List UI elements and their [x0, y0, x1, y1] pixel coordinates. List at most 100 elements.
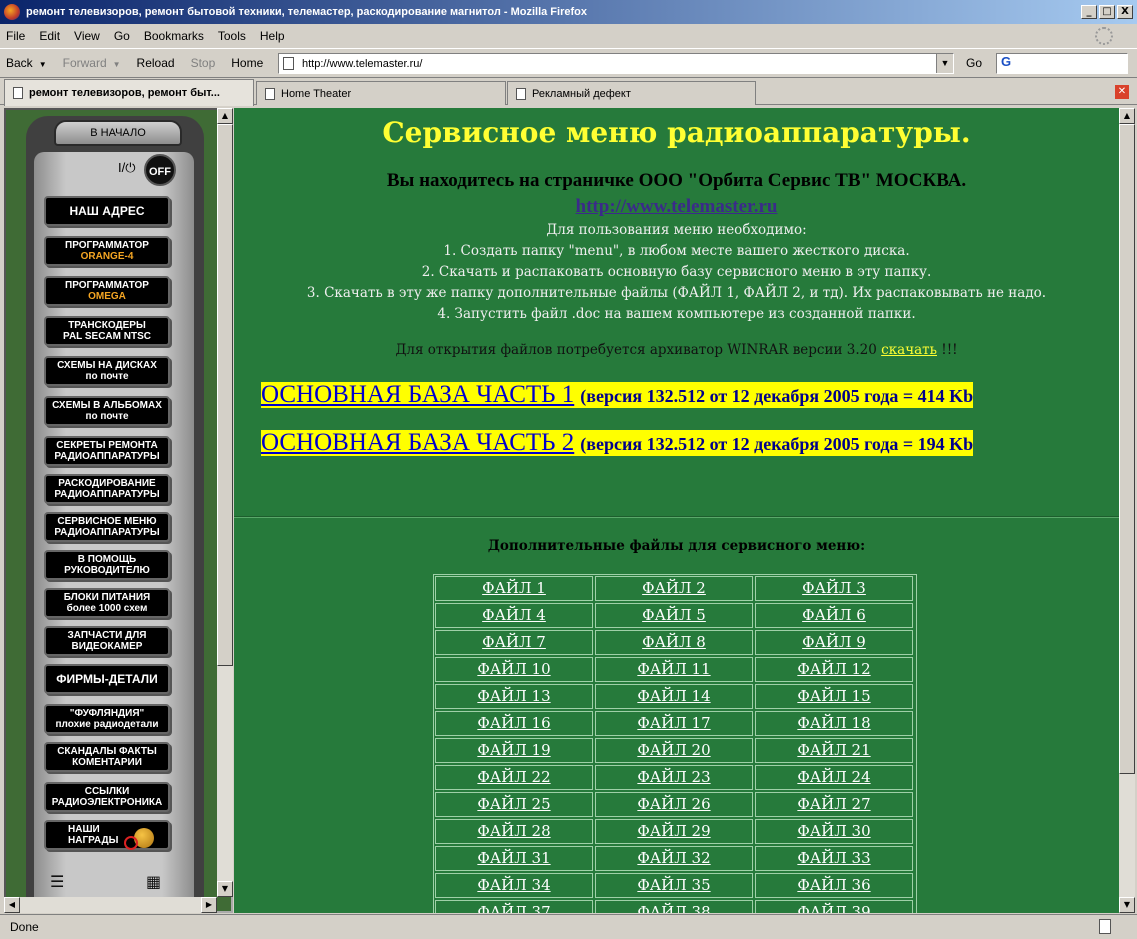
site-url-link[interactable]: http://www.telemaster.ru [234, 196, 1119, 218]
file-link[interactable]: ФАЙЛ 13 [435, 684, 593, 709]
off-button[interactable]: OFF [144, 154, 176, 186]
nav-repair-secrets[interactable]: СЕКРЕТЫ РЕМОНТА РАДИОАППАРАТУРЫ [44, 436, 170, 466]
go-button[interactable]: Go [966, 56, 982, 70]
file-link[interactable]: ФАЙЛ 39 [755, 900, 913, 913]
file-link[interactable]: ФАЙЛ 25 [435, 792, 593, 817]
file-link[interactable]: ФАЙЛ 28 [435, 819, 593, 844]
nav-schemes-albums[interactable]: СХЕМЫ В АЛЬБОМАХ по почте [44, 396, 170, 426]
menu-view[interactable]: View [74, 29, 100, 43]
menu-go[interactable]: Go [114, 29, 130, 43]
nav-firms-parts[interactable]: ФИРМЫ-ДЕТАЛИ [44, 664, 170, 694]
url-text[interactable]: http://www.telemaster.ru/ [302, 58, 422, 70]
nav-awards[interactable]: НАШИ НАГРАДЫ [44, 820, 170, 850]
file-link[interactable]: ФАЙЛ 2 [595, 576, 753, 601]
file-link[interactable]: ФАЙЛ 32 [595, 846, 753, 871]
tab-home-theater[interactable]: Home Theater [256, 81, 506, 105]
file-link[interactable]: ФАЙЛ 16 [435, 711, 593, 736]
url-dropdown-icon[interactable]: ▼ [936, 54, 953, 73]
nav-programmer-omega[interactable]: ПРОГРАММАТОР OMEGA [44, 276, 170, 306]
minimize-button[interactable]: _ [1081, 5, 1097, 19]
scroll-thumb[interactable] [1119, 124, 1135, 774]
back-button[interactable]: Back ▼ [6, 56, 47, 70]
file-link[interactable]: ФАЙЛ 20 [595, 738, 753, 763]
tab-telemaster[interactable]: ремонт телевизоров, ремонт быт... [4, 79, 254, 106]
file-link[interactable]: ФАЙЛ 26 [595, 792, 753, 817]
file-link[interactable]: ФАЙЛ 5 [595, 603, 753, 628]
nav-service-menu[interactable]: СЕРВИСНОЕ МЕНЮ РАДИОАППАРАТУРЫ [44, 512, 170, 542]
winrar-download-link[interactable]: скачать [881, 342, 937, 358]
nav-decoding[interactable]: РАСКОДИРОВАНИЕ РАДИОАППАРАТУРЫ [44, 474, 170, 504]
scroll-down-icon[interactable]: ▼ [1119, 897, 1135, 913]
nav-fuflyandia[interactable]: "ФУФЛЯНДИЯ" плохие радиодетали [44, 704, 170, 734]
nav-schemes-disks[interactable]: СХЕМЫ НА ДИСКАХ по почте [44, 356, 170, 386]
scroll-left-icon[interactable]: ◀ [4, 897, 20, 913]
left-frame-hscroll[interactable]: ◀ ▶ [4, 897, 217, 913]
back-dropdown-icon[interactable]: ▼ [39, 60, 47, 69]
google-icon[interactable]: G [1001, 54, 1011, 69]
file-link[interactable]: ФАЙЛ 11 [595, 657, 753, 682]
file-link[interactable]: ФАЙЛ 14 [595, 684, 753, 709]
file-link[interactable]: ФАЙЛ 31 [435, 846, 593, 871]
file-link[interactable]: ФАЙЛ 19 [435, 738, 593, 763]
file-link[interactable]: ФАЙЛ 36 [755, 873, 913, 898]
file-link[interactable]: ФАЙЛ 29 [595, 819, 753, 844]
file-link[interactable]: ФАЙЛ 24 [755, 765, 913, 790]
scroll-right-icon[interactable]: ▶ [201, 897, 217, 913]
tab-advert-defect[interactable]: Рекламный дефект [507, 81, 756, 105]
nav-links[interactable]: ССЫЛКИ РАДИОЭЛЕКТРОНИКА [44, 782, 170, 812]
file-link[interactable]: ФАЙЛ 10 [435, 657, 593, 682]
file-link[interactable]: ФАЙЛ 21 [755, 738, 913, 763]
file-link[interactable]: ФАЙЛ 8 [595, 630, 753, 655]
file-link[interactable]: ФАЙЛ 34 [435, 873, 593, 898]
file-link[interactable]: ФАЙЛ 3 [755, 576, 913, 601]
url-bar[interactable]: http://www.telemaster.ru/ ▼ [278, 53, 954, 74]
file-link[interactable]: ФАЙЛ 12 [755, 657, 913, 682]
file-link[interactable]: ФАЙЛ 22 [435, 765, 593, 790]
file-link[interactable]: ФАЙЛ 6 [755, 603, 913, 628]
file-link[interactable]: ФАЙЛ 30 [755, 819, 913, 844]
file-link[interactable]: ФАЙЛ 33 [755, 846, 913, 871]
menu-bookmarks[interactable]: Bookmarks [144, 29, 204, 43]
base-part1-link[interactable]: ОСНОВНАЯ БАЗА ЧАСТЬ 1 [261, 382, 574, 408]
menu-file[interactable]: File [6, 29, 25, 43]
home-link[interactable]: В НАЧАЛО [54, 120, 182, 146]
scroll-down-icon[interactable]: ▼ [217, 881, 233, 897]
nav-power-supplies[interactable]: БЛОКИ ПИТАНИЯ более 1000 схем [44, 588, 170, 618]
main-frame-vscroll[interactable]: ▲ ▼ [1119, 108, 1135, 913]
maximize-button[interactable]: □ [1099, 5, 1115, 19]
stop-button[interactable]: Stop [191, 56, 216, 70]
menu-help[interactable]: Help [260, 29, 285, 43]
nav-transcoders[interactable]: ТРАНСКОДЕРЫ PAL SECAM NTSC [44, 316, 170, 346]
scroll-thumb[interactable] [217, 124, 233, 666]
scroll-up-icon[interactable]: ▲ [1119, 108, 1135, 124]
file-link[interactable]: ФАЙЛ 38 [595, 900, 753, 913]
file-link[interactable]: ФАЙЛ 4 [435, 603, 593, 628]
file-link[interactable]: ФАЙЛ 37 [435, 900, 593, 913]
scroll-up-icon[interactable]: ▲ [217, 108, 233, 124]
file-link[interactable]: ФАЙЛ 17 [595, 711, 753, 736]
forward-button[interactable]: Forward ▼ [63, 56, 121, 70]
file-link[interactable]: ФАЙЛ 18 [755, 711, 913, 736]
file-link[interactable]: ФАЙЛ 23 [595, 765, 753, 790]
nav-programmer-orange[interactable]: ПРОГРАММАТОР ORANGE-4 [44, 236, 170, 266]
close-button[interactable]: X [1117, 5, 1133, 19]
nav-camcorder-parts[interactable]: ЗАПЧАСТИ ДЛЯ ВИДЕОКАМЕР [44, 626, 170, 656]
file-link[interactable]: ФАЙЛ 9 [755, 630, 913, 655]
file-link[interactable]: ФАЙЛ 27 [755, 792, 913, 817]
nav-scandals[interactable]: СКАНДАЛЫ ФАКТЫ КОМЕНТАРИИ [44, 742, 170, 772]
left-frame-vscroll[interactable]: ▲ ▼ [217, 108, 233, 897]
close-tab-icon[interactable]: ✕ [1115, 85, 1129, 99]
file-link[interactable]: ФАЙЛ 15 [755, 684, 913, 709]
nav-our-address[interactable]: НАШ АДРЕС [44, 196, 170, 226]
menu-edit[interactable]: Edit [39, 29, 60, 43]
page-info-icon[interactable] [1099, 919, 1111, 934]
nav-help-manager[interactable]: В ПОМОЩЬ РУКОВОДИТЕЛЮ [44, 550, 170, 580]
file-link[interactable]: ФАЙЛ 1 [435, 576, 593, 601]
search-input[interactable]: G [996, 53, 1128, 74]
file-link[interactable]: ФАЙЛ 7 [435, 630, 593, 655]
base-part2-link[interactable]: ОСНОВНАЯ БАЗА ЧАСТЬ 2 [261, 430, 574, 456]
file-link[interactable]: ФАЙЛ 35 [595, 873, 753, 898]
home-button[interactable]: Home [231, 56, 263, 70]
menu-tools[interactable]: Tools [218, 29, 246, 43]
reload-button[interactable]: Reload [137, 56, 175, 70]
